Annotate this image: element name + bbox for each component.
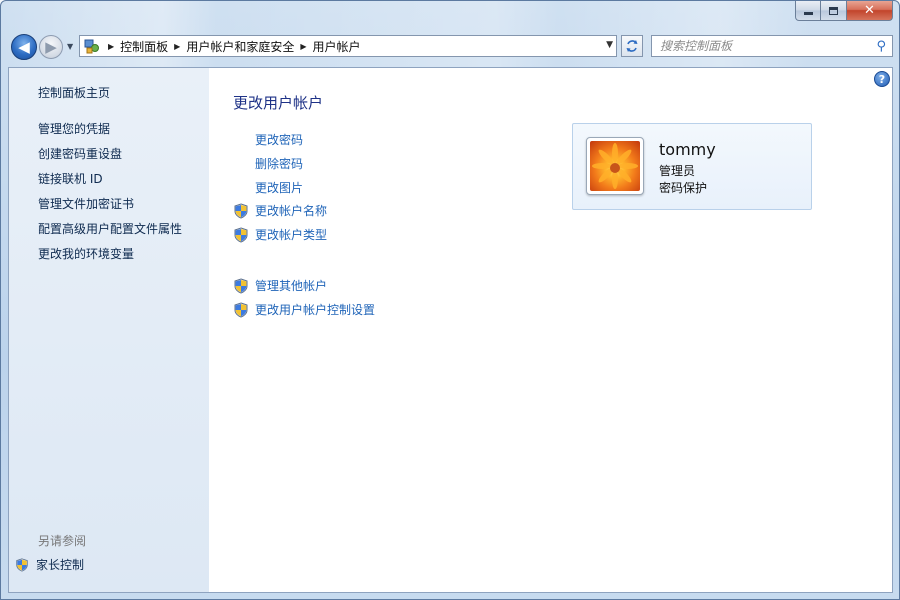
task-uac-settings[interactable]: 更改用户帐户控制设置 bbox=[233, 301, 375, 318]
close-button[interactable]: ✕ bbox=[847, 1, 893, 21]
sidebar-item-profile-properties[interactable]: 配置高级用户配置文件属性 bbox=[38, 220, 182, 237]
search-icon[interactable]: ⚲ bbox=[876, 39, 886, 54]
back-arrow-icon: ◀ bbox=[18, 37, 30, 56]
parental-controls-label: 家长控制 bbox=[36, 558, 85, 572]
task-change-account-type[interactable]: 更改帐户类型 bbox=[233, 226, 327, 243]
content-pane: 控制面板主页 管理您的凭据 创建密码重设盘 链接联机 ID 管理文件加密证书 配… bbox=[8, 67, 893, 593]
help-icon[interactable]: ? bbox=[874, 71, 890, 87]
uac-shield-icon bbox=[234, 301, 248, 318]
task-remove-password[interactable]: 删除密码 bbox=[233, 155, 303, 172]
refresh-icon bbox=[626, 40, 638, 52]
maximize-icon bbox=[829, 6, 838, 15]
page-title: 更改用户帐户 bbox=[233, 94, 324, 112]
task-change-account-name[interactable]: 更改帐户名称 bbox=[233, 202, 327, 219]
recent-pages-dropdown[interactable]: ▼ bbox=[67, 42, 73, 51]
breadcrumb-separator[interactable]: ▶ bbox=[108, 42, 114, 51]
sidebar-item-link-online-id[interactable]: 链接联机 ID bbox=[38, 170, 103, 187]
sidebar-item-control-panel-home[interactable]: 控制面板主页 bbox=[38, 84, 110, 101]
user-name: tommy bbox=[659, 140, 716, 159]
breadcrumb-user-accounts[interactable]: 用户帐户 bbox=[313, 38, 361, 55]
task-label: 更改图片 bbox=[255, 181, 304, 195]
search-input[interactable] bbox=[652, 36, 864, 56]
uac-shield-icon bbox=[16, 557, 28, 572]
breadcrumb-separator[interactable]: ▶ bbox=[174, 42, 180, 51]
flower-picture-icon bbox=[590, 141, 640, 191]
sidebar-item-parental-controls[interactable]: 家长控制 bbox=[15, 556, 84, 573]
back-button[interactable]: ◀ bbox=[11, 34, 37, 60]
task-change-password[interactable]: 更改密码 bbox=[233, 131, 303, 148]
task-manage-other-accounts[interactable]: 管理其他帐户 bbox=[233, 277, 327, 294]
avatar bbox=[586, 137, 644, 195]
task-label: 更改密码 bbox=[255, 133, 304, 147]
uac-shield-icon bbox=[234, 277, 248, 294]
control-panel-icon bbox=[82, 36, 102, 56]
address-dropdown-icon[interactable]: ▼ bbox=[606, 40, 613, 50]
search-box: ⚲ bbox=[651, 35, 893, 57]
breadcrumb-control-panel[interactable]: 控制面板 bbox=[120, 38, 168, 55]
task-label: 删除密码 bbox=[255, 157, 304, 171]
task-label: 更改帐户类型 bbox=[255, 228, 328, 242]
sidebar-item-environment-variables[interactable]: 更改我的环境变量 bbox=[38, 245, 134, 262]
close-icon: ✕ bbox=[864, 3, 875, 18]
minimize-icon bbox=[803, 12, 813, 15]
breadcrumb-separator[interactable]: ▶ bbox=[300, 42, 306, 51]
user-account-card: tommy 管理员 密码保护 bbox=[572, 123, 812, 210]
caption-buttons: ✕ bbox=[795, 1, 893, 21]
address-bar[interactable]: ▶ 控制面板 ▶ 用户帐户和家庭安全 ▶ 用户帐户 ▼ bbox=[79, 35, 617, 57]
forward-arrow-icon: ▶ bbox=[45, 37, 57, 56]
task-change-picture[interactable]: 更改图片 bbox=[233, 179, 303, 196]
uac-shield-icon bbox=[234, 202, 248, 219]
minimize-button[interactable] bbox=[795, 1, 821, 21]
uac-shield-icon bbox=[234, 226, 248, 243]
password-status: 密码保护 bbox=[659, 181, 708, 195]
title-bar bbox=[1, 1, 899, 67]
sidebar-item-manage-credentials[interactable]: 管理您的凭据 bbox=[38, 120, 110, 137]
task-label: 更改帐户名称 bbox=[255, 204, 328, 218]
refresh-button[interactable] bbox=[621, 35, 643, 57]
task-label: 更改用户帐户控制设置 bbox=[255, 303, 376, 317]
explorer-window: ✕ ◀ ▶ ▼ ▶ 控制面板 ▶ 用户帐户和家庭安全 ▶ 用户帐户 ▼ 搜索控制… bbox=[0, 0, 900, 600]
breadcrumb-user-accounts-family[interactable]: 用户帐户和家庭安全 bbox=[186, 38, 294, 55]
task-label: 管理其他帐户 bbox=[255, 279, 328, 293]
sidebar: 控制面板主页 管理您的凭据 创建密码重设盘 链接联机 ID 管理文件加密证书 配… bbox=[9, 68, 209, 592]
see-also-heading: 另请参阅 bbox=[38, 534, 87, 548]
sidebar-item-encryption-certificates[interactable]: 管理文件加密证书 bbox=[38, 195, 134, 212]
maximize-button[interactable] bbox=[821, 1, 847, 21]
user-role: 管理员 bbox=[659, 164, 696, 178]
sidebar-item-create-reset-disk[interactable]: 创建密码重设盘 bbox=[38, 145, 122, 162]
forward-button[interactable]: ▶ bbox=[39, 35, 63, 59]
